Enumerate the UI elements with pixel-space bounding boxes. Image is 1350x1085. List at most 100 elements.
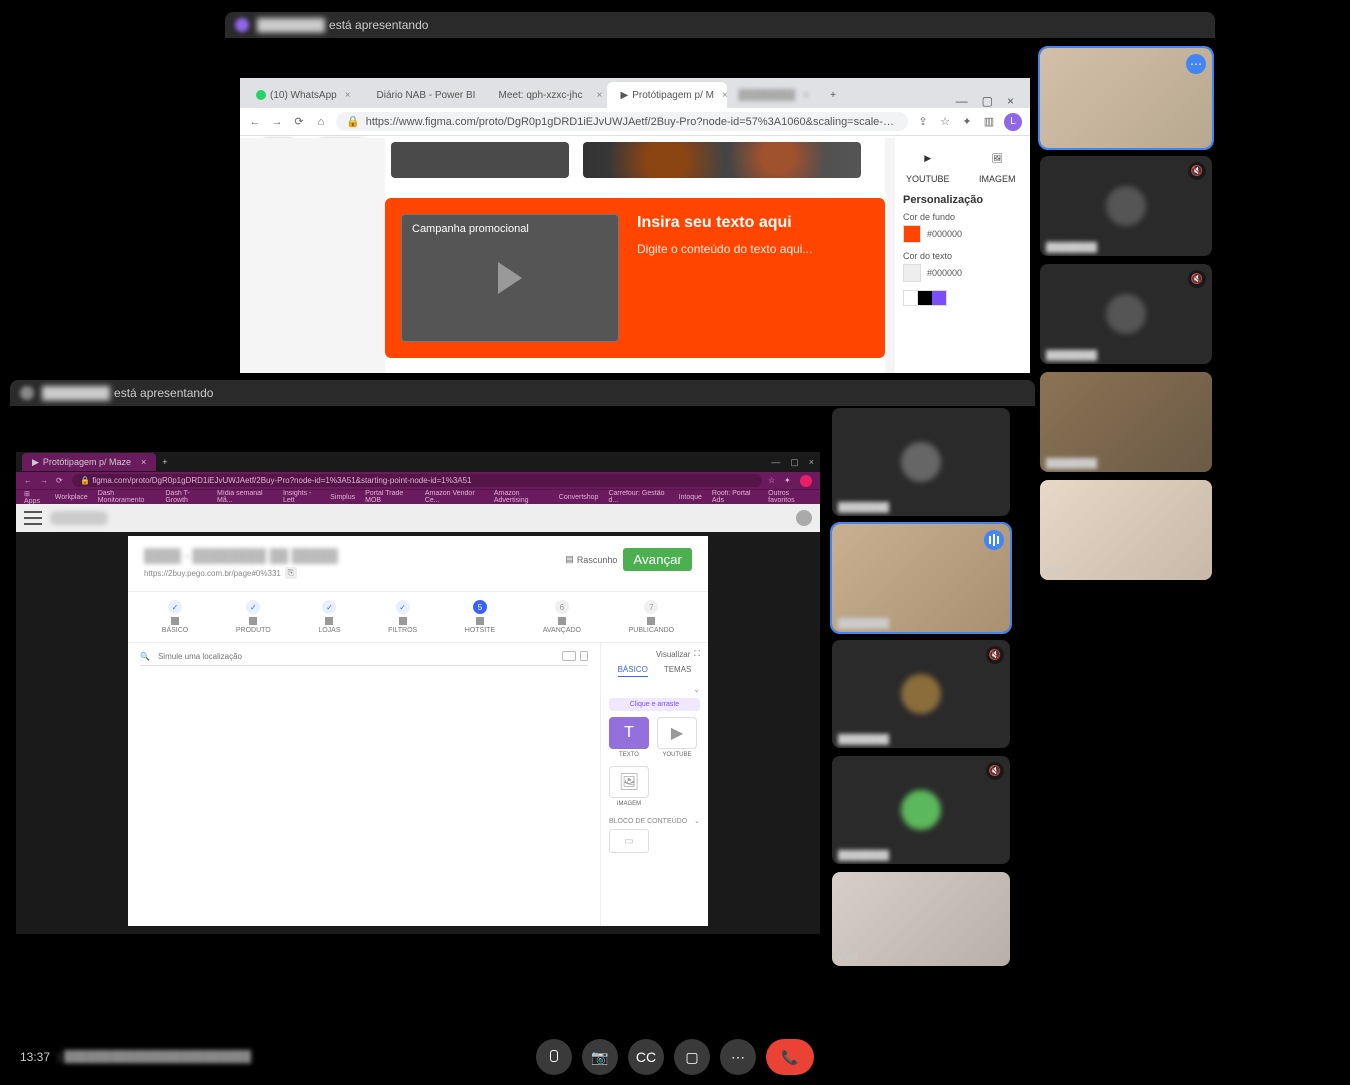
captions-button[interactable]: CC — [628, 1039, 664, 1075]
profile-badge[interactable]: L — [1004, 113, 1022, 131]
minimize-icon[interactable]: — — [956, 94, 968, 108]
step-avancado[interactable]: 6AVANÇADO — [543, 600, 581, 634]
participant-tile-self[interactable]: Você — [1040, 480, 1212, 580]
close-icon[interactable]: × — [345, 90, 351, 101]
mic-button[interactable] — [536, 1039, 572, 1075]
participant-tile[interactable]: ████████ — [1040, 372, 1212, 472]
minimize-icon[interactable]: — — [771, 457, 780, 468]
color-palette[interactable] — [903, 290, 947, 306]
element-image[interactable]: 🖼IMAGEM — [973, 146, 1023, 184]
content-block-accordion[interactable]: BLOCO DE CONTEÚDO⌄ — [609, 817, 700, 825]
step-produto[interactable]: ✓PRODUTO — [236, 600, 271, 634]
bookmark-item[interactable]: Mídia semanal Mã... — [217, 490, 273, 504]
element-texto[interactable]: TTEXTO — [609, 717, 649, 758]
reload-icon[interactable]: ⟳ — [56, 476, 66, 486]
extension-icon[interactable]: ✦ — [784, 476, 794, 486]
tab-figma-bot[interactable]: ▶Protótipagem p/ Maze× — [22, 453, 156, 471]
close-window-icon[interactable]: × — [1007, 94, 1014, 108]
camera-button[interactable]: 📷 — [582, 1039, 618, 1075]
bookmark-item[interactable]: Carrefour: Gestão d... — [608, 490, 668, 504]
step-publicando[interactable]: 7PUBLICANDO — [629, 600, 675, 634]
share-icon[interactable]: ⇪ — [916, 115, 930, 129]
bookmark-item[interactable]: Insights - Lett — [283, 490, 320, 504]
text-color-value[interactable]: #000000 — [927, 268, 962, 278]
content-block-preview[interactable]: ▭ — [609, 829, 649, 853]
advance-button[interactable]: Avançar — [623, 548, 692, 571]
close-icon[interactable]: × — [596, 90, 602, 101]
apps-button[interactable]: ⊞ Apps — [24, 490, 45, 504]
bookmark-item[interactable]: Simplus — [330, 494, 355, 501]
desktop-icon[interactable] — [562, 651, 576, 661]
bookmark-item[interactable]: Roofi: Portal Ads — [712, 490, 758, 504]
close-icon[interactable]: × — [141, 457, 146, 467]
tab-figma-active[interactable]: ▶ Protótipagem p/ M× — [607, 82, 727, 108]
close-icon[interactable]: × — [803, 90, 809, 101]
bookmark-item[interactable]: Workplace — [55, 494, 88, 501]
end-call-button[interactable]: 📞 — [766, 1039, 814, 1075]
tab-whatsapp[interactable]: (10) WhatsApp× — [246, 82, 361, 108]
tab-powerbi[interactable]: Diário NAB - Power BI× — [363, 82, 483, 108]
address-bar[interactable]: 🔒 figma.com/proto/DgR0p1gDRD1iEJvUWJAetf… — [72, 474, 762, 487]
bookmark-item[interactable]: Dash T-Growth — [165, 490, 207, 504]
maximize-icon[interactable]: ▢ — [982, 94, 993, 108]
extension-icon[interactable]: ✦ — [960, 115, 974, 129]
tab-basico[interactable]: BÁSICO — [618, 665, 648, 677]
bg-color-value[interactable]: #000000 — [927, 229, 962, 239]
address-bar[interactable]: 🔒 https://www.figma.com/proto/DgR0p1gDRD… — [336, 112, 908, 131]
bookmark-item[interactable]: Intoque — [679, 494, 702, 501]
video-placeholder[interactable]: Campanha promocional — [401, 214, 619, 342]
participant-tile[interactable]: 🔇████████ — [1040, 264, 1212, 364]
canvas-area[interactable]: 🔍 — [128, 643, 600, 926]
new-tab-button[interactable]: + — [162, 457, 167, 467]
figma-canvas[interactable]: Campanha promocional Insira seu texto aq… — [385, 138, 885, 373]
bookmark-item[interactable]: Portal Trade MOB — [365, 490, 415, 504]
bookmark-item[interactable]: Outros favoritos — [768, 490, 812, 504]
participant-tile[interactable]: 🔇████████ — [832, 640, 1010, 748]
participant-tile[interactable]: ████████ — [832, 524, 1010, 632]
profile-badge[interactable] — [800, 475, 812, 487]
bookmark-item[interactable]: Amazon Advertising — [494, 490, 549, 504]
bg-color-swatch[interactable] — [903, 225, 921, 243]
more-icon[interactable]: ⋯ — [1186, 54, 1206, 74]
draft-button[interactable]: ▤Rascunho — [565, 554, 617, 565]
back-icon[interactable]: ← — [24, 476, 34, 486]
star-icon[interactable]: ☆ — [938, 115, 952, 129]
participant-tile[interactable]: ⋯ — [1040, 48, 1212, 148]
element-youtube[interactable]: ▶YOUTUBE — [903, 146, 953, 184]
menu-icon[interactable] — [24, 511, 42, 525]
tab-temas[interactable]: TEMAS — [664, 665, 692, 677]
step-lojas[interactable]: ✓LOJAS — [318, 600, 340, 634]
mobile-icon[interactable] — [580, 651, 588, 661]
location-input[interactable] — [158, 652, 554, 661]
home-icon[interactable]: ⌂ — [314, 115, 328, 129]
bookmark-item[interactable]: Amazon Vendor Ce... — [425, 490, 484, 504]
new-tab-button[interactable]: + — [821, 82, 845, 108]
forward-icon[interactable]: → — [40, 476, 50, 486]
star-icon[interactable]: ☆ — [768, 476, 778, 486]
participant-tile[interactable]: ████████ — [832, 408, 1010, 516]
present-button[interactable]: ▢ — [674, 1039, 710, 1075]
bookmark-item[interactable]: Dash Monitoramento — [98, 490, 156, 504]
close-window-icon[interactable]: × — [809, 457, 814, 468]
text-color-swatch[interactable] — [903, 264, 921, 282]
back-icon[interactable]: ← — [248, 115, 262, 129]
element-imagem[interactable]: 🖼IMAGEM — [609, 766, 649, 807]
participant-tile[interactable]: 🔇████████ — [832, 756, 1010, 864]
step-hotsite[interactable]: 5HOTSITE — [465, 600, 495, 634]
copy-icon[interactable]: ⎘ — [285, 567, 297, 579]
reading-list-icon[interactable]: ▥ — [982, 115, 996, 129]
step-filtros[interactable]: ✓FILTROS — [388, 600, 417, 634]
bookmark-item[interactable]: Convertshop — [559, 494, 599, 501]
reload-icon[interactable]: ⟳ — [292, 115, 306, 129]
user-avatar[interactable] — [796, 510, 812, 526]
forward-icon[interactable]: → — [270, 115, 284, 129]
participant-tile[interactable]: 🔇████████ — [1040, 156, 1212, 256]
close-icon[interactable]: × — [722, 90, 727, 101]
participant-tile-self[interactable]: Você — [832, 872, 1010, 966]
tab-meet[interactable]: Meet: qph-xzxc-jhc× — [485, 82, 605, 108]
more-options-button[interactable]: ⋯ — [720, 1039, 756, 1075]
element-youtube[interactable]: ▶YOUTUBE — [657, 717, 697, 758]
visualize-button[interactable]: Visualizar⛶ — [609, 649, 700, 659]
maximize-icon[interactable]: ▢ — [790, 457, 799, 468]
chevron-down-icon[interactable]: ⌄ — [693, 685, 700, 694]
